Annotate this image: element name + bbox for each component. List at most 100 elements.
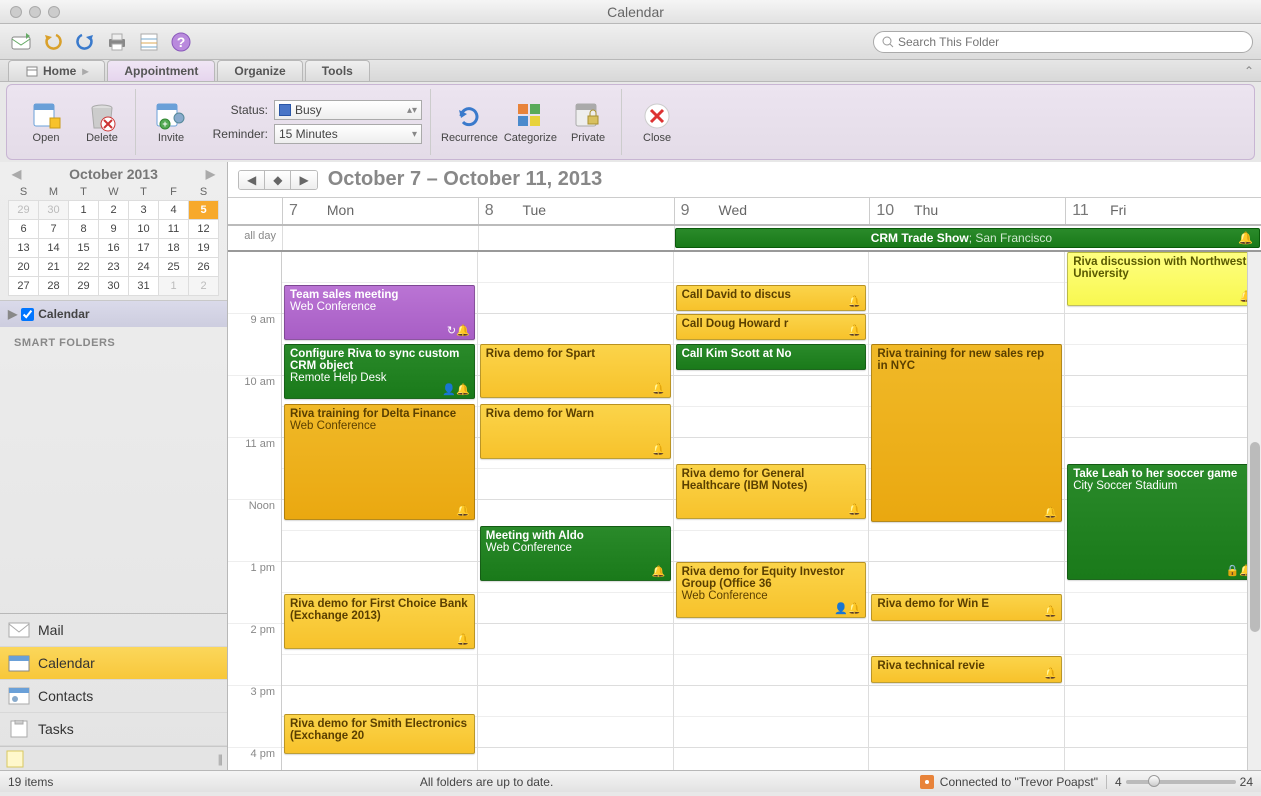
close-window-icon[interactable] — [10, 6, 22, 18]
minical-day[interactable]: 14 — [39, 239, 69, 258]
calendar-event[interactable]: Call Doug Howard r🔔 — [676, 314, 867, 340]
calendar-checkbox[interactable] — [21, 308, 34, 321]
minical-day[interactable]: 17 — [129, 239, 159, 258]
sidebar-grip-icon[interactable]: ||| — [218, 752, 221, 766]
minical-day[interactable]: 21 — [39, 258, 69, 277]
allday-event[interactable]: CRM Trade Show; San Francisco 🔔 — [675, 228, 1260, 248]
recurrence-button[interactable]: Recurrence — [441, 100, 498, 144]
nav-tasks[interactable]: Tasks — [0, 713, 227, 746]
minical-day[interactable]: 9 — [99, 220, 129, 239]
prev-week-icon[interactable]: ◀ — [239, 171, 265, 189]
minical-day[interactable]: 12 — [189, 220, 219, 239]
print-icon[interactable] — [104, 29, 130, 55]
calendar-event[interactable]: Riva technical revie🔔 — [871, 656, 1062, 683]
zoom-slider[interactable] — [1126, 780, 1236, 784]
minical-day[interactable]: 13 — [9, 239, 39, 258]
minical-day[interactable]: 28 — [39, 277, 69, 296]
minical-day[interactable]: 1 — [69, 201, 99, 220]
minical-day[interactable]: 2 — [189, 277, 219, 296]
list-icon[interactable] — [136, 29, 162, 55]
calendar-event[interactable]: Riva training for Delta FinanceWeb Confe… — [284, 404, 475, 520]
calendar-event[interactable]: Riva demo for Smith Electronics (Exchang… — [284, 714, 475, 754]
minical-day[interactable]: 30 — [99, 277, 129, 296]
minical-day[interactable]: 18 — [159, 239, 189, 258]
today-icon[interactable]: ◆ — [265, 171, 291, 189]
categorize-button[interactable]: Categorize — [504, 100, 557, 144]
minical-day[interactable]: 6 — [9, 220, 39, 239]
close-button[interactable]: Close — [632, 100, 682, 144]
minical-day[interactable]: 19 — [189, 239, 219, 258]
vertical-scrollbar[interactable] — [1247, 252, 1261, 770]
event-icons: 🔔 — [1043, 605, 1057, 618]
minical-day[interactable]: 27 — [9, 277, 39, 296]
zoom-window-icon[interactable] — [48, 6, 60, 18]
calendar-event[interactable]: Call David to discus🔔 — [676, 285, 867, 311]
minical-day[interactable]: 22 — [69, 258, 99, 277]
notes-icon[interactable] — [6, 750, 24, 768]
prev-month-icon[interactable]: ◀ — [8, 167, 25, 181]
minical-day[interactable]: 29 — [9, 201, 39, 220]
invite-button[interactable]: + Invite — [146, 100, 196, 144]
calendar-event[interactable]: Riva demo for Warn🔔 — [480, 404, 671, 459]
status-label: Status: — [202, 103, 268, 117]
calendar-event[interactable]: Call Kim Scott at No — [676, 344, 867, 370]
tab-appointment[interactable]: Appointment — [107, 60, 215, 81]
minical-day[interactable]: 20 — [9, 258, 39, 277]
calendar-event[interactable]: Configure Riva to sync custom CRM object… — [284, 344, 475, 399]
status-select[interactable]: Busy▴▾ — [274, 100, 422, 120]
minical-day[interactable]: 5 — [189, 201, 219, 220]
minical-day[interactable]: 24 — [129, 258, 159, 277]
minical-day[interactable]: 11 — [159, 220, 189, 239]
minical-day[interactable]: 4 — [159, 201, 189, 220]
calendar-event[interactable]: Take Leah to her soccer gameCity Soccer … — [1067, 464, 1258, 580]
calendar-section[interactable]: ▶ Calendar — [0, 300, 227, 327]
calendar-event[interactable]: Riva demo for Win E🔔 — [871, 594, 1062, 621]
minical-day[interactable]: 2 — [99, 201, 129, 220]
calendar-event[interactable]: Riva demo for General Healthcare (IBM No… — [676, 464, 867, 519]
calendar-event[interactable]: Riva demo for Spart🔔 — [480, 344, 671, 398]
minical-day[interactable]: 29 — [69, 277, 99, 296]
nav-contacts[interactable]: Contacts — [0, 680, 227, 713]
minical-day[interactable]: 7 — [39, 220, 69, 239]
minical-day[interactable]: 16 — [99, 239, 129, 258]
minical-day[interactable]: 3 — [129, 201, 159, 220]
calendar-event[interactable]: Riva discussion with Northwest Universit… — [1067, 252, 1258, 306]
calendar-event[interactable]: Team sales meetingWeb Conference↻🔔 — [284, 285, 475, 340]
nav-mail[interactable]: Mail — [0, 614, 227, 647]
nav-calendar[interactable]: Calendar — [0, 647, 227, 680]
next-week-icon[interactable]: ▶ — [291, 171, 316, 189]
week-nav[interactable]: ◀ ◆ ▶ — [238, 170, 318, 190]
tab-home[interactable]: Home ▸ — [8, 60, 105, 81]
tab-tools[interactable]: Tools — [305, 60, 370, 81]
zoom-control[interactable]: 4 24 — [1115, 775, 1253, 789]
calendar-event[interactable]: Meeting with AldoWeb Conference🔔 — [480, 526, 671, 581]
tasks-icon — [8, 719, 30, 739]
private-button[interactable]: Private — [563, 100, 613, 144]
calendar-event[interactable]: Riva training for new sales rep in NYC🔔 — [871, 344, 1062, 522]
send-receive-icon[interactable] — [8, 29, 34, 55]
delete-button[interactable]: Delete — [77, 100, 127, 144]
search-box[interactable] — [873, 31, 1253, 53]
minical-day[interactable]: 10 — [129, 220, 159, 239]
minical-day[interactable]: 26 — [189, 258, 219, 277]
undo-icon[interactable] — [40, 29, 66, 55]
open-button[interactable]: Open — [21, 100, 71, 144]
mini-calendar[interactable]: ◀ October 2013 ▶ SMTWTFS2930123456789101… — [0, 162, 227, 300]
minimize-window-icon[interactable] — [29, 6, 41, 18]
search-input[interactable] — [898, 35, 1244, 49]
next-month-icon[interactable]: ▶ — [202, 167, 219, 181]
reminder-select[interactable]: 15 Minutes▾ — [274, 124, 422, 144]
calendar-event[interactable]: Riva demo for Equity Investor Group (Off… — [676, 562, 867, 618]
minical-day[interactable]: 30 — [39, 201, 69, 220]
minical-day[interactable]: 8 — [69, 220, 99, 239]
help-icon[interactable]: ? — [168, 29, 194, 55]
minical-day[interactable]: 23 — [99, 258, 129, 277]
minical-day[interactable]: 25 — [159, 258, 189, 277]
minical-day[interactable]: 1 — [159, 277, 189, 296]
calendar-event[interactable]: Riva demo for First Choice Bank (Exchang… — [284, 594, 475, 649]
minical-day[interactable]: 15 — [69, 239, 99, 258]
minical-day[interactable]: 31 — [129, 277, 159, 296]
tab-organize[interactable]: Organize — [217, 60, 302, 81]
ribbon-collapse-icon[interactable]: ⌃ — [1237, 60, 1261, 81]
redo-icon[interactable] — [72, 29, 98, 55]
